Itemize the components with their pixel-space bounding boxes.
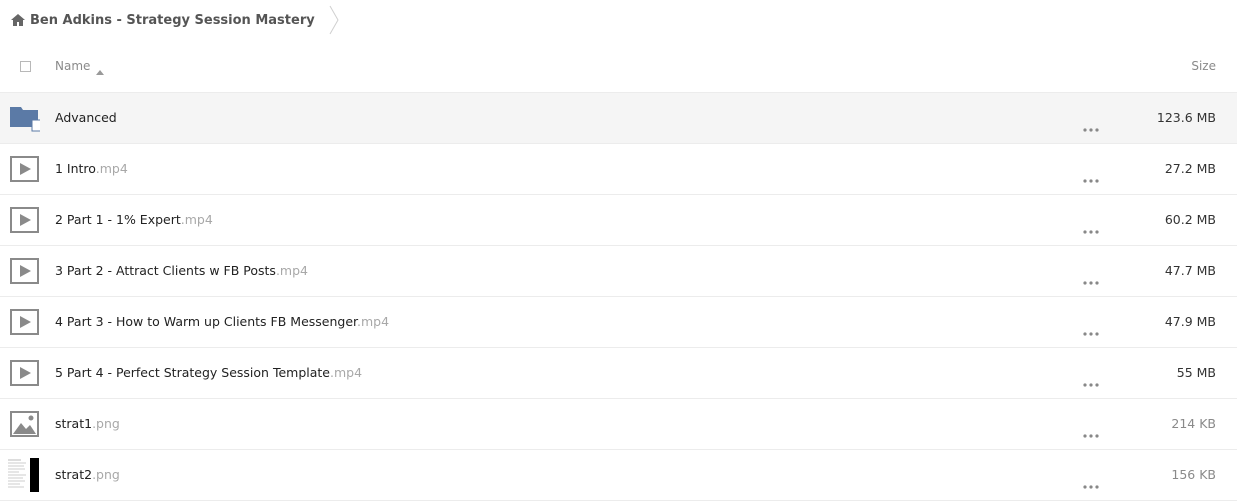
file-row-image[interactable]: strat1.png 214 KB (0, 399, 1237, 450)
home-icon[interactable] (10, 12, 26, 28)
file-size: 123.6 MB (1156, 110, 1216, 125)
sort-by-name[interactable]: Name (55, 59, 105, 75)
file-row-image[interactable]: strat2.png 156 KB (0, 450, 1237, 501)
name-column-label: Name (55, 59, 91, 73)
file-size: 156 KB (1171, 467, 1216, 482)
file-name[interactable]: 1 Intro.mp4 (55, 161, 128, 176)
more-options-icon[interactable] (1083, 321, 1099, 336)
file-list: Name Size Advanced 123.6 MB 1 Intro.mp4 (0, 42, 1237, 501)
video-icon (10, 154, 40, 184)
file-name[interactable]: 3 Part 2 - Attract Clients w FB Posts.mp… (55, 263, 308, 278)
video-icon (10, 205, 40, 235)
more-options-icon[interactable] (1083, 372, 1099, 387)
file-list-header: Name Size (0, 42, 1237, 93)
file-name[interactable]: strat2.png (55, 467, 120, 482)
file-name[interactable]: Advanced (55, 110, 117, 125)
more-options-icon[interactable] (1083, 219, 1099, 234)
breadcrumb-separator-icon (329, 5, 339, 35)
file-name[interactable]: 4 Part 3 - How to Warm up Clients FB Mes… (55, 314, 389, 329)
image-icon (10, 409, 40, 439)
file-row-video[interactable]: 1 Intro.mp4 27.2 MB (0, 144, 1237, 195)
file-size: 27.2 MB (1164, 161, 1216, 176)
more-options-icon[interactable] (1083, 270, 1099, 285)
breadcrumb: Ben Adkins - Strategy Session Mastery (0, 0, 339, 40)
file-size: 55 MB (1176, 365, 1216, 380)
file-row-video[interactable]: 5 Part 4 - Perfect Strategy Session Temp… (0, 348, 1237, 399)
video-icon (10, 307, 40, 337)
file-row-folder[interactable]: Advanced 123.6 MB (0, 93, 1237, 144)
size-column-label[interactable]: Size (1191, 59, 1216, 73)
file-row-video[interactable]: 3 Part 2 - Attract Clients w FB Posts.mp… (0, 246, 1237, 297)
file-size: 214 KB (1171, 416, 1216, 431)
file-size: 47.7 MB (1164, 263, 1216, 278)
folder-icon (10, 103, 44, 133)
video-icon (10, 358, 40, 388)
select-all-checkbox[interactable] (20, 61, 31, 72)
file-name[interactable]: 5 Part 4 - Perfect Strategy Session Temp… (55, 365, 362, 380)
more-options-icon[interactable] (1083, 117, 1099, 132)
file-size: 60.2 MB (1164, 212, 1216, 227)
file-name[interactable]: 2 Part 1 - 1% Expert.mp4 (55, 212, 213, 227)
sort-ascending-icon (96, 64, 105, 75)
more-options-icon[interactable] (1083, 423, 1099, 438)
video-icon (10, 256, 40, 286)
image-thumbnail (7, 458, 40, 492)
file-size: 47.9 MB (1164, 314, 1216, 329)
more-options-icon[interactable] (1083, 168, 1099, 183)
file-name[interactable]: strat1.png (55, 416, 120, 431)
file-row-video[interactable]: 2 Part 1 - 1% Expert.mp4 60.2 MB (0, 195, 1237, 246)
more-options-icon[interactable] (1083, 474, 1099, 489)
file-row-video[interactable]: 4 Part 3 - How to Warm up Clients FB Mes… (0, 297, 1237, 348)
breadcrumb-current-folder[interactable]: Ben Adkins - Strategy Session Mastery (30, 13, 315, 28)
